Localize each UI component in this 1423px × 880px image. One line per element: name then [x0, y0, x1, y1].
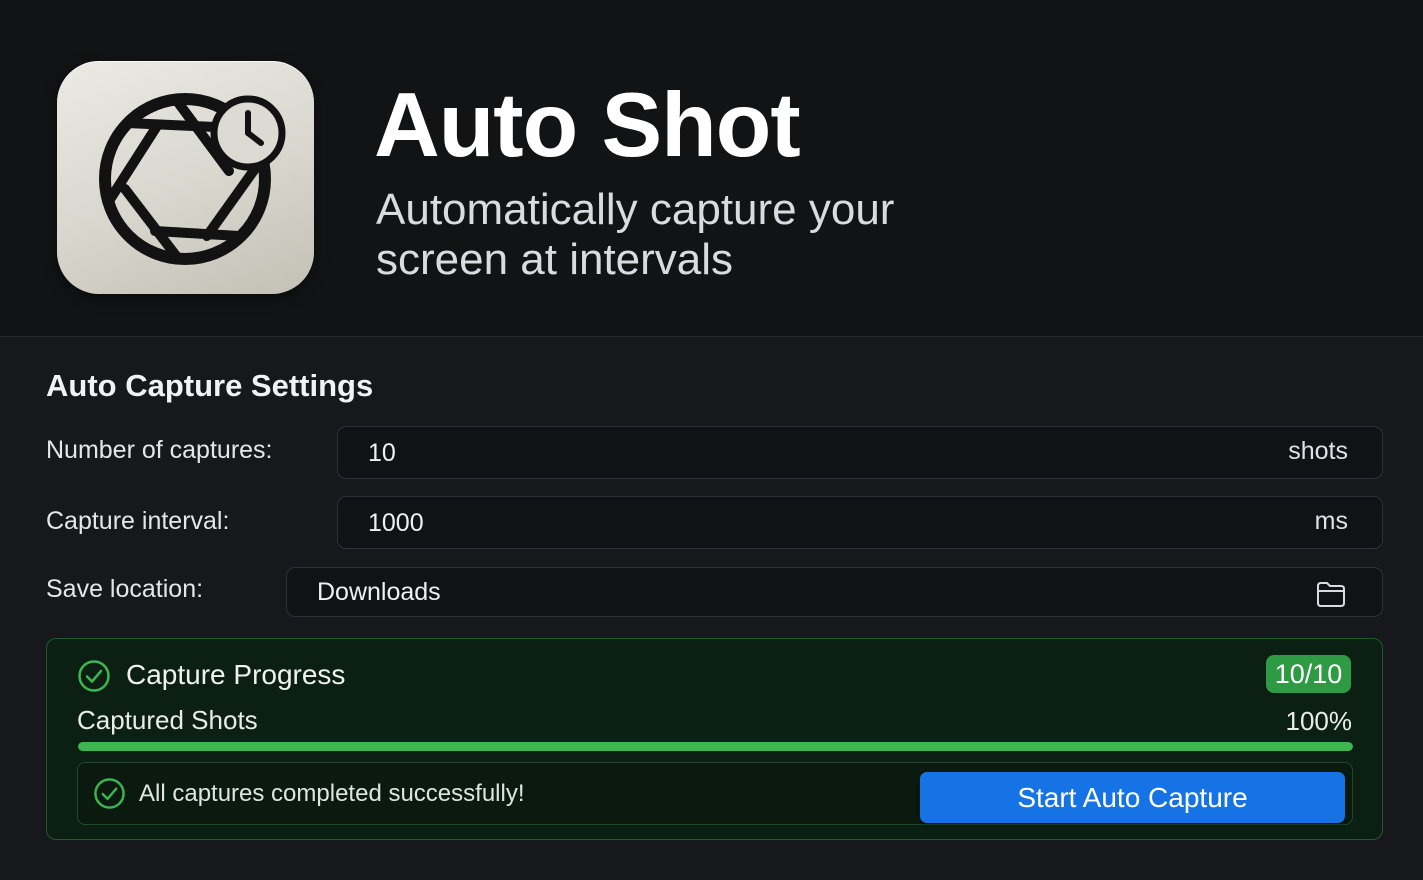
interval-unit: ms: [1314, 507, 1348, 535]
start-auto-capture-button[interactable]: Start Auto Capture: [920, 772, 1345, 823]
interval-value: 1000: [368, 509, 424, 537]
app-header: Auto Shot Automatically capture your scr…: [0, 0, 1423, 337]
settings-panel: Auto Capture Settings Number of captures…: [0, 338, 1423, 880]
captured-shots-label: Captured Shots: [77, 705, 258, 735]
capture-count-badge: 10/10: [1266, 655, 1351, 693]
camera-aperture-clock-icon: [99, 93, 286, 265]
progress-bar-fill: [78, 742, 1353, 751]
captures-label: Number of captures:: [46, 436, 273, 464]
status-panel: All captures completed successfully! Sta…: [77, 762, 1353, 825]
interval-input[interactable]: 1000 ms: [337, 496, 1383, 549]
captures-input[interactable]: 10 shots: [337, 426, 1383, 479]
location-label: Save location:: [46, 575, 204, 603]
app-title: Auto Shot: [374, 75, 801, 176]
location-picker[interactable]: Downloads: [286, 567, 1383, 617]
progress-title: Capture Progress: [126, 659, 346, 690]
interval-label: Capture interval:: [46, 507, 230, 535]
app-icon: [57, 61, 314, 294]
progress-percent: 100%: [1285, 706, 1353, 736]
check-circle-icon: [94, 778, 125, 809]
status-message: All captures completed successfully!: [139, 780, 525, 807]
folder-icon[interactable]: [1316, 581, 1346, 607]
app-subtitle: Automatically capture your screen at int…: [376, 185, 895, 284]
progress-bar: [78, 742, 1353, 751]
capture-progress-card: Capture Progress 10/10 Captured Shots 10…: [46, 638, 1383, 840]
check-circle-icon: [78, 660, 110, 692]
location-value: Downloads: [317, 578, 441, 606]
captures-value: 10: [368, 439, 396, 467]
settings-section-title: Auto Capture Settings: [46, 368, 374, 403]
captures-unit: shots: [1288, 437, 1348, 465]
